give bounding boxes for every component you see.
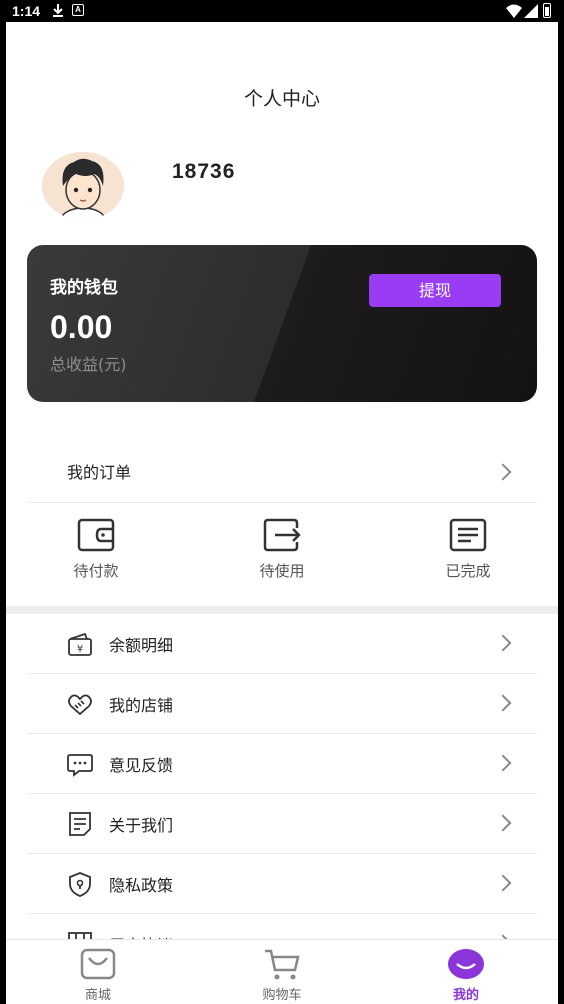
accessibility-notification-icon: A (72, 4, 84, 16)
chevron-right-icon (494, 814, 512, 832)
tab-label: 购物车 (262, 988, 302, 1003)
avatar[interactable] (42, 152, 124, 220)
svg-text:¥: ¥ (77, 644, 83, 655)
menu-item-privacy-policy[interactable]: 隐私政策 (27, 854, 537, 914)
wallet-card: 我的钱包 0.00 总收益(元) 提现 (27, 245, 537, 402)
chevron-right-icon (494, 634, 512, 652)
chevron-right-icon (494, 874, 512, 892)
my-orders-row[interactable]: 我的订单 (27, 442, 537, 502)
shopping-bag-icon (80, 948, 116, 980)
wallet-subtitle: 总收益(元) (50, 355, 127, 374)
status-bar: 1:14 A (0, 0, 564, 22)
document-icon (449, 518, 487, 552)
section-separator (6, 606, 558, 614)
menu-item-label: 余额明细 (109, 636, 174, 655)
order-status-to-use[interactable]: 待使用 (222, 518, 342, 588)
page-title: 个人中心 (243, 88, 320, 110)
shield-lock-icon (69, 872, 91, 897)
exit-card-icon (263, 518, 301, 552)
tab-label: 商城 (84, 988, 111, 1003)
menu-item-my-store[interactable]: 我的店铺 (27, 674, 537, 734)
withdraw-button[interactable]: 提现 (369, 274, 501, 307)
menu-item-feedback[interactable]: 意见反馈 (27, 734, 537, 794)
notepad-icon (69, 812, 91, 836)
tab-label: 我的 (452, 988, 479, 1003)
chevron-right-icon (494, 754, 512, 772)
my-orders-label: 我的订单 (67, 463, 132, 482)
order-status-completed[interactable]: 已完成 (408, 518, 528, 588)
chat-bubble-icon (67, 754, 93, 777)
app-screen: 个人中心 18736 我的钱包 0.00 总收益(元) 提现 我的订单 待付款 (6, 22, 558, 1004)
wallet-title: 我的钱包 (50, 278, 118, 298)
menu-item-label: 关于我们 (109, 816, 174, 835)
menu-item-about-us[interactable]: 关于我们 (27, 794, 537, 854)
divider (27, 502, 537, 503)
chevron-right-icon (494, 463, 512, 481)
menu-item-label: 意见反馈 (109, 756, 174, 775)
chevron-right-icon (494, 694, 512, 712)
order-status-label: 已完成 (445, 562, 491, 580)
cart-icon (265, 949, 300, 980)
username: 18736 (172, 160, 236, 183)
tab-mine[interactable]: 我的 (416, 944, 516, 1004)
smile-icon (448, 949, 484, 979)
download-icon (53, 4, 63, 17)
tab-cart[interactable]: 购物车 (232, 944, 332, 1004)
yuan-wallet-icon: ¥ (68, 632, 92, 656)
handshake-icon (68, 694, 92, 716)
menu-item-balance-details[interactable]: ¥ 余额明细 (27, 614, 537, 674)
order-status-label: 待使用 (259, 562, 305, 580)
wifi-icon (506, 4, 522, 18)
battery-icon (543, 3, 551, 18)
menu-item-label: 我的店铺 (109, 696, 174, 715)
wallet-amount: 0.00 (50, 309, 113, 345)
bottom-tab-bar: 商城 购物车 我的 (6, 939, 558, 1004)
wallet-icon (77, 518, 115, 552)
menu-item-label: 隐私政策 (109, 876, 174, 895)
status-time: 1:14 (12, 3, 41, 19)
avatar-illustration (42, 152, 124, 220)
order-status-pending-payment[interactable]: 待付款 (36, 518, 156, 588)
order-status-label: 待付款 (73, 562, 119, 580)
signal-icon (524, 4, 538, 18)
tab-mall[interactable]: 商城 (48, 944, 148, 1004)
